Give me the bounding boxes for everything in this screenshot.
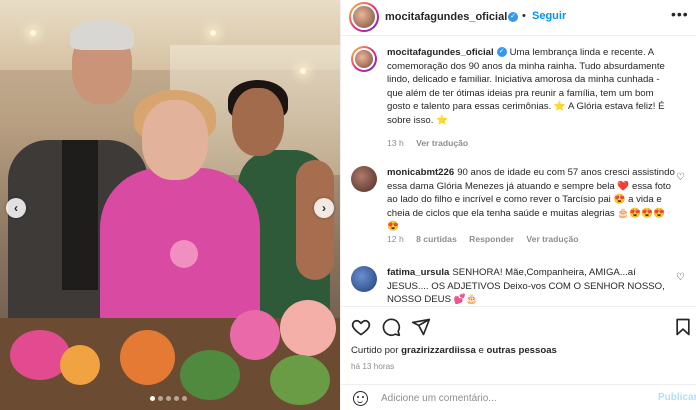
- photo-flowers: [60, 345, 100, 385]
- add-comment-row: Publicar: [341, 384, 696, 410]
- photo-man-shirt: [62, 140, 98, 290]
- comment-item: fatima_ursula SENHORA! Mãe,Companheira, A…: [349, 260, 689, 304]
- carousel-dot: [166, 396, 171, 401]
- comment-username[interactable]: fatima_ursula: [387, 267, 449, 278]
- publish-button[interactable]: Publicar: [658, 392, 696, 403]
- caption-username[interactable]: mocitafagundes_oficial: [387, 47, 494, 58]
- author-avatar[interactable]: [349, 2, 379, 32]
- liked-by-line: Curtido por grazirizzardiissa e outras p…: [351, 345, 557, 356]
- post-photo[interactable]: ‹ ›: [0, 0, 340, 410]
- follow-button[interactable]: Seguir: [532, 10, 566, 22]
- comment-like-heart-icon[interactable]: ♡: [676, 272, 685, 283]
- carousel-dots: [150, 396, 187, 401]
- comment-item: monicabmt226 90 anos de idade eu com 57 a…: [349, 160, 689, 250]
- bookmark-icon[interactable]: [673, 317, 693, 337]
- comment-like-heart-icon[interactable]: ♡: [676, 172, 685, 183]
- photo-man-hair: [70, 20, 134, 50]
- author-username[interactable]: mocitafagundes_oficial: [385, 11, 507, 23]
- verified-badge-icon: ✓: [508, 12, 518, 22]
- comment-translate-link[interactable]: Ver tradução: [526, 234, 578, 244]
- commenter-avatar[interactable]: [351, 166, 377, 192]
- verified-badge-icon: ✓: [496, 47, 507, 58]
- comments-section[interactable]: mocitafagundes_oficial ✓ Uma lembrança lin…: [341, 36, 696, 304]
- liked-by-others[interactable]: outras pessoas: [486, 345, 556, 356]
- caption-text-block: mocitafagundes_oficial ✓ Uma lembrança lin…: [387, 46, 677, 128]
- caption-author-avatar[interactable]: [351, 46, 377, 72]
- ceiling-lamp: [300, 68, 306, 74]
- comment-reply-button[interactable]: Responder: [469, 234, 514, 244]
- comment-meta: 12 h 8 curtidas Responder Ver tradução: [387, 234, 588, 244]
- carousel-dot: [158, 396, 163, 401]
- carousel-dot: [182, 396, 187, 401]
- photo-flowers: [120, 330, 175, 385]
- comment-time: 12 h: [387, 234, 404, 244]
- comment-text-block: fatima_ursula SENHORA! Mãe,Companheira, A…: [387, 266, 677, 304]
- heart-icon[interactable]: [351, 317, 371, 337]
- photo-woman-head: [232, 88, 284, 156]
- photo-elderly-woman-head: [142, 100, 208, 180]
- comment-input[interactable]: [381, 390, 631, 406]
- photo-flowers: [170, 240, 198, 268]
- caption-meta: 13 h Ver tradução: [387, 138, 478, 148]
- post-caption: mocitafagundes_oficial ✓ Uma lembrança lin…: [349, 40, 689, 152]
- post-timestamp[interactable]: há 13 horas: [351, 362, 394, 371]
- carousel-dot: [174, 396, 179, 401]
- caption-translate-link[interactable]: Ver tradução: [416, 138, 468, 148]
- commenter-avatar[interactable]: [351, 266, 377, 292]
- carousel-dot-active: [150, 396, 155, 401]
- more-options-icon[interactable]: •••: [671, 6, 689, 22]
- liked-by-prefix: Curtido por: [351, 345, 399, 356]
- emoji-icon[interactable]: [353, 391, 368, 406]
- carousel-next-button[interactable]: ›: [314, 198, 334, 218]
- share-icon[interactable]: [411, 317, 431, 337]
- photo-foliage: [270, 355, 330, 405]
- liked-by-user[interactable]: grazirizzardiissa: [401, 345, 476, 356]
- photo-foliage: [180, 350, 240, 400]
- caption-time: 13 h: [387, 138, 404, 148]
- post-side-panel: mocitafagundes_oficial ✓ • Seguir ••• mo…: [340, 0, 696, 410]
- photo-flowers: [280, 300, 336, 356]
- photo-flowers: [230, 310, 280, 360]
- comment-username[interactable]: monicabmt226: [387, 167, 454, 178]
- post-action-bar: [341, 306, 696, 346]
- post-header: mocitafagundes_oficial ✓ • Seguir •••: [341, 0, 696, 36]
- header-separator: •: [522, 10, 526, 22]
- liked-by-conjunction: e: [478, 345, 484, 356]
- caption-text: Uma lembrança linda e recente. A comemor…: [387, 47, 665, 126]
- carousel-prev-button[interactable]: ‹: [6, 198, 26, 218]
- photo-woman-arm: [296, 160, 334, 280]
- ceiling-lamp: [210, 30, 216, 36]
- comment-likes-count[interactable]: 8 curtidas: [416, 234, 457, 244]
- comment-text-block: monicabmt226 90 anos de idade eu com 57 a…: [387, 166, 677, 234]
- comment-icon[interactable]: [381, 317, 401, 337]
- ceiling-lamp: [30, 30, 36, 36]
